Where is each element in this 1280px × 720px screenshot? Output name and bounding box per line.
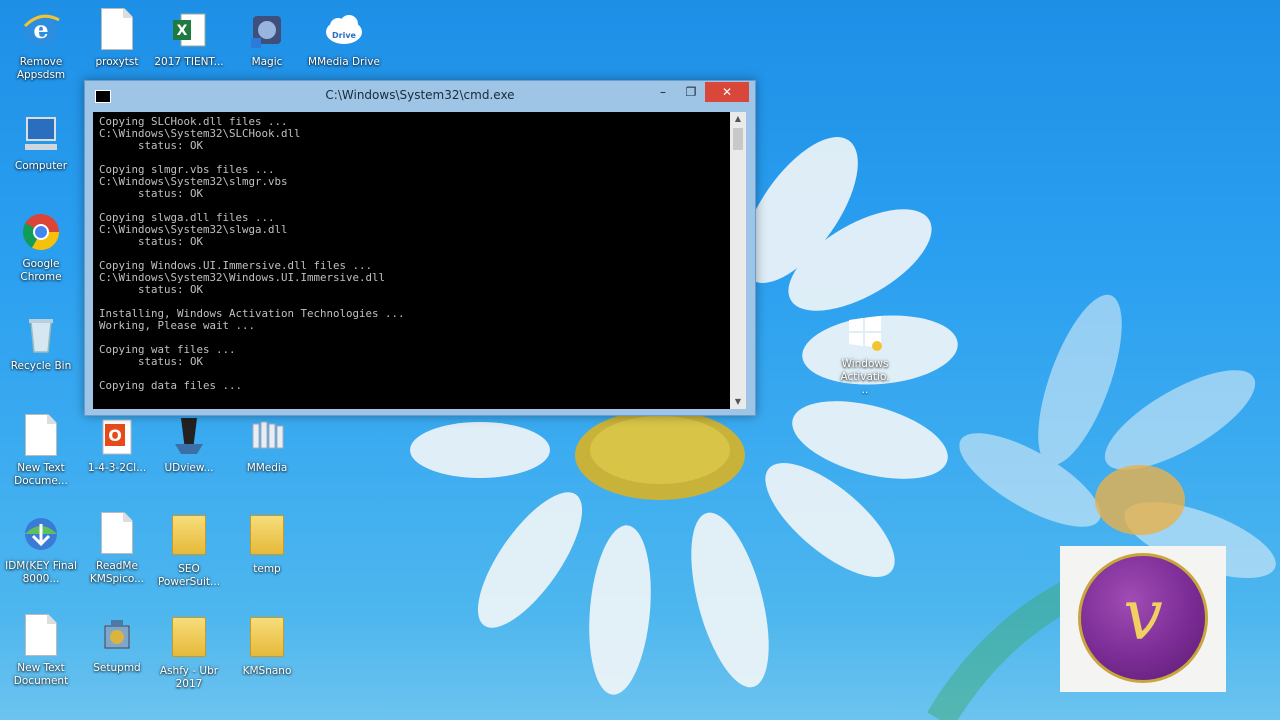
minimize-button[interactable]: – [650,82,676,102]
desktop-icon-magic[interactable]: Magic [230,8,304,69]
desktop-icon-kmsnano[interactable]: KMSnano [230,614,304,678]
windows-logo-icon [843,310,887,354]
desktop-icon-readme-kmspico[interactable]: ReadMe KMSpico... [80,512,154,586]
close-button[interactable]: ✕ [705,82,749,102]
desktop-icon-proxytst[interactable]: proxytst [80,8,154,69]
desktop-icon-label: Computer [14,160,68,172]
desktop-icon-1432cl[interactable]: O 1-4-3-2Cl... [80,414,154,475]
installer-icon [95,614,139,658]
desktop-icon-excel-2017[interactable]: X 2017 TIENT... [152,8,226,69]
drive-badge-text: Drive [332,31,357,40]
desktop-icon-label: Setupmd [93,662,141,674]
cloud-drive-icon: Drive [322,8,366,52]
computer-icon [19,112,63,156]
desktop-icon-label: New Text Document [13,662,69,687]
desktop-icon-label: ReadMe KMSpico... [89,560,145,585]
recycle-bin-icon [19,312,63,356]
desktop-icon-label: Ashfy - Ubr 2017 [159,665,219,690]
document-icon [19,614,63,658]
logo-circle: v [1078,553,1208,683]
desktop-icon-label: proxytst [95,56,139,68]
channel-logo: v [1060,546,1226,692]
console-text: Copying SLCHook.dll files ... C:\Windows… [99,115,405,392]
console-output[interactable]: Copying SLCHook.dll files ... C:\Windows… [93,112,730,409]
excel-icon: X [167,8,211,52]
desktop-icon-label: 2017 TIENT... [154,56,224,68]
desktop-icon-idm[interactable]: IDM(KEY Final 8000... [4,512,78,586]
title-bar[interactable]: C:\Windows\System32\cmd.exe – ❐ ✕ [85,81,755,111]
desktop-icon-mmedia-drive[interactable]: Drive MMedia Drive [307,8,381,69]
desktop-icon-new-text-doc[interactable]: New Text Docume... [4,414,78,488]
desktop-icon-label: SEO PowerSuit... [157,563,221,588]
folder-icon [245,515,289,559]
maximize-button[interactable]: ❐ [678,82,704,102]
scroll-down-icon[interactable]: ▼ [730,395,746,409]
document-icon [95,8,139,52]
desktop-icon-label: temp [253,563,281,575]
desktop-icon-label: Google Chrome [20,258,62,283]
desktop-icon-label: MMedia Drive [308,56,380,68]
desktop-icon-label: Windows Activatio... [840,358,890,396]
app-shortcut-icon [167,414,211,458]
desktop-icon-new-text-document[interactable]: New Text Document [4,614,78,688]
vertical-scrollbar[interactable]: ▲ ▼ [730,112,746,409]
document-icon [19,414,63,458]
desktop-icon-label: New Text Docume... [14,462,68,487]
desktop-icon-ashfy[interactable]: Ashfy - Ubr 2017 [152,614,226,691]
mmedia-icon [245,414,289,458]
cmd-window[interactable]: C:\Windows\System32\cmd.exe – ❐ ✕ Copyin… [84,80,756,416]
desktop-icon-label: 1-4-3-2Cl... [87,462,147,474]
desktop-icon-seo-powersuite[interactable]: SEO PowerSuit... [152,512,226,589]
desktop-icon-mmedia[interactable]: MMedia [230,414,304,475]
folder-icon [245,617,289,661]
desktop-icon-label: KMSnano [242,665,292,677]
desktop-icon-label: MMedia [246,462,288,474]
svg-text:X: X [177,23,188,39]
internet-explorer-icon: e [19,8,63,52]
scroll-up-icon[interactable]: ▲ [730,112,746,126]
magic-icon [245,8,289,52]
desktop-icon-temp[interactable]: temp [230,512,304,576]
desktop-icon-udview[interactable]: UDview... [152,414,226,475]
scroll-thumb[interactable] [733,128,743,150]
desktop-icon-windows-activation[interactable]: Windows Activatio... [840,310,890,397]
desktop-icon-setupmd[interactable]: Setupmd [80,614,154,675]
desktop-icon-label: Magic [251,56,283,68]
svg-text:O: O [108,426,122,445]
desktop-icon-chrome[interactable]: Google Chrome [4,210,78,284]
desktop-icon-computer[interactable]: Computer [4,112,78,173]
desktop-icon-label: Remove Appsdsm [16,56,66,81]
idm-icon [19,512,63,556]
desktop-icon-recycle-bin[interactable]: Recycle Bin [4,312,78,373]
folder-icon [167,515,211,559]
logo-letter: v [1123,574,1163,656]
desktop-icon-label: IDM(KEY Final 8000... [5,560,77,585]
desktop-icon-label: UDview... [164,462,214,474]
document-icon [95,512,139,556]
desktop-icon-remove-apps[interactable]: e Remove Appsdsm [4,8,78,82]
office-icon: O [95,414,139,458]
desktop-icon-label: Recycle Bin [10,360,72,372]
chrome-icon [19,210,63,254]
folder-icon [167,617,211,661]
